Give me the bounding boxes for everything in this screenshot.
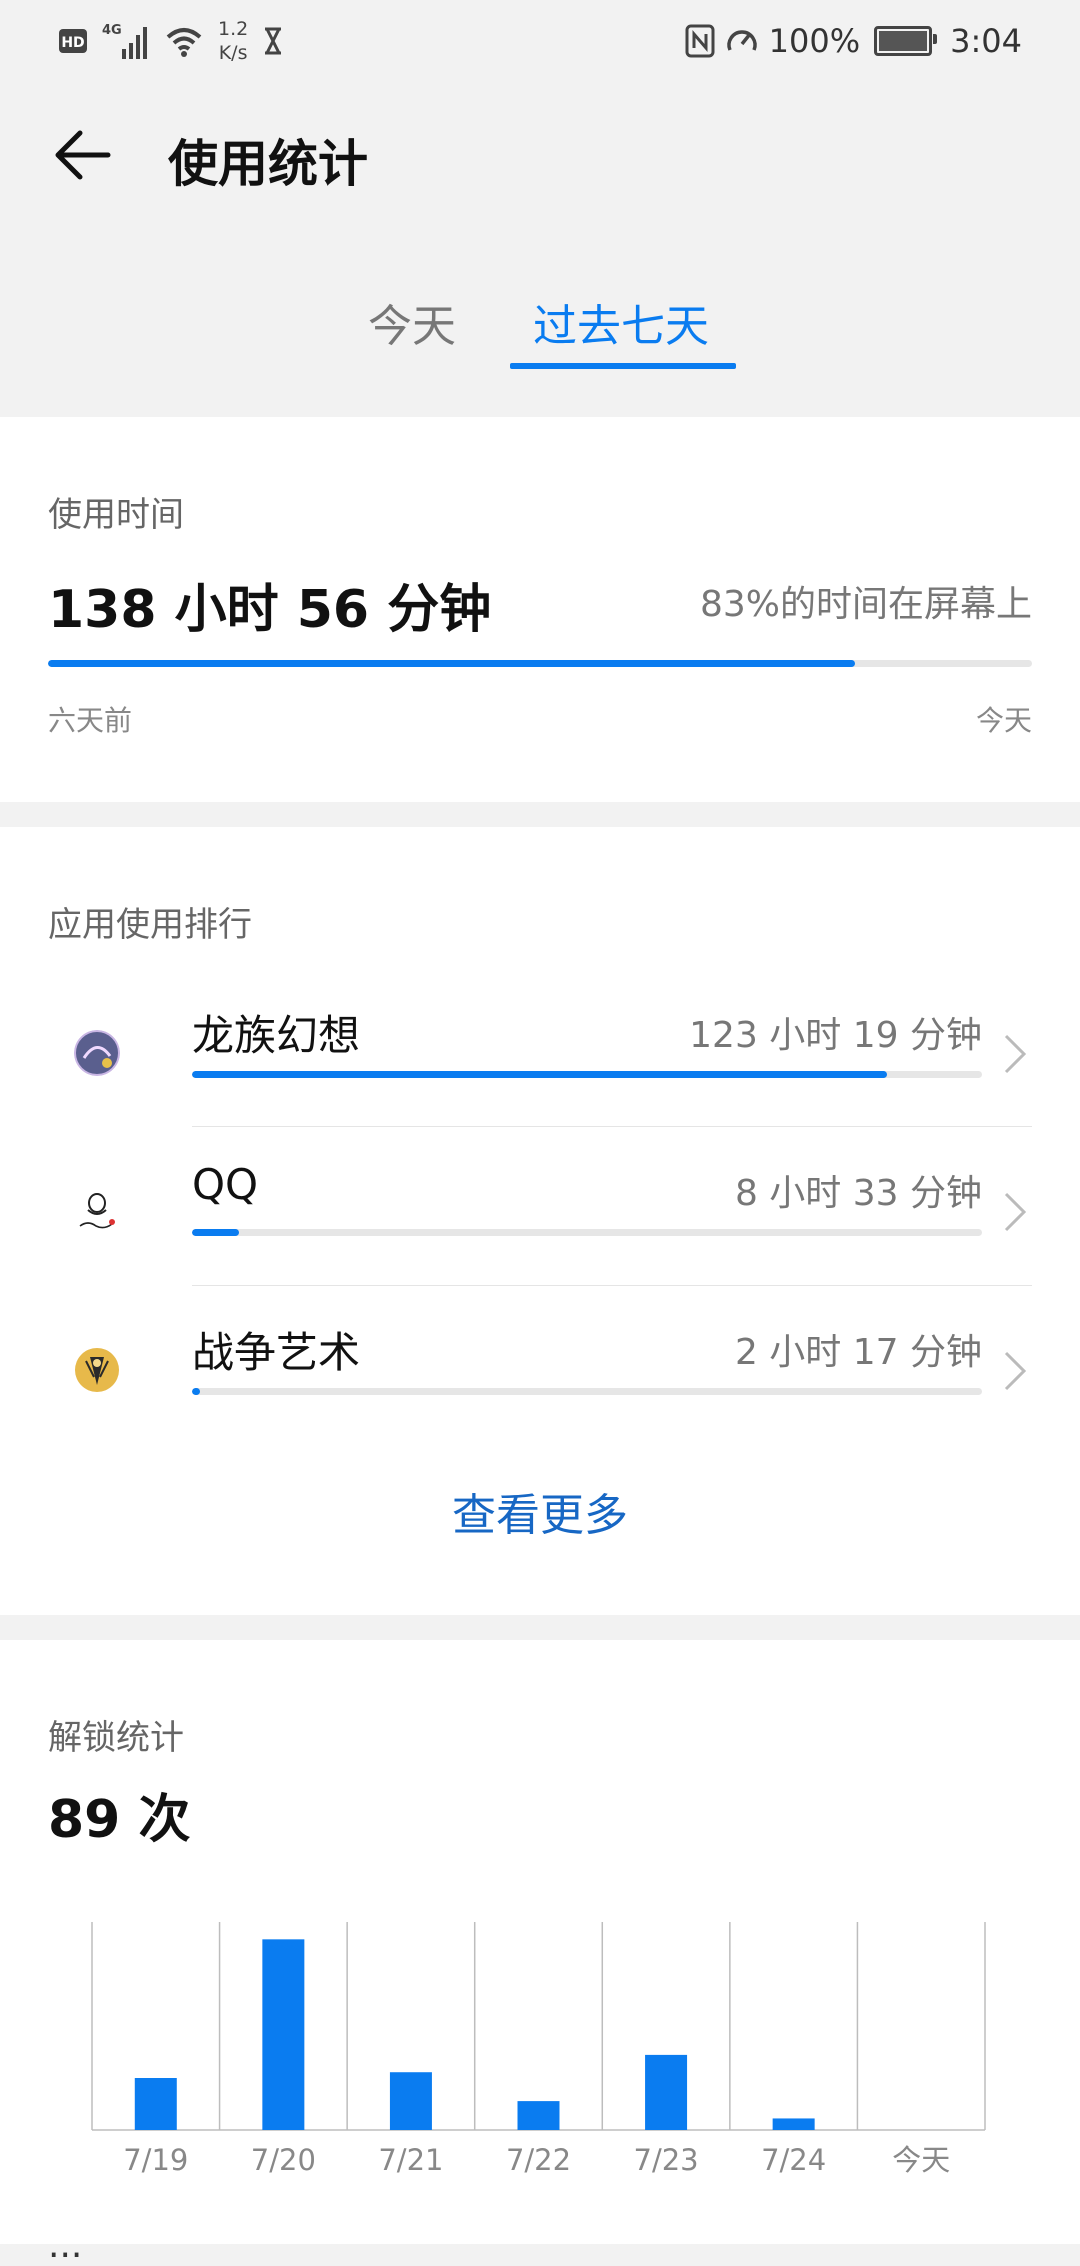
app-ranking-card: 应用使用排行 龙族幻想 123 小时 19 分钟 QQ 8 小时 33 分钟 战… [0,827,1080,1615]
range-end-label: 今天 [975,704,1032,737]
range-start-label: 六天前 [48,704,133,737]
chart-bar [517,2101,560,2130]
unlock-stats-card: 解锁统计 89 次 7/19 7/20 7/21 7/22 7/23 7/24 今天 ... [0,1640,1080,2266]
app-name: QQ [192,1160,259,1209]
usage-total: 138 小时 56 分钟 [48,580,492,640]
status-left: HD 4G 1.2 K/s [58,18,284,64]
hourglass-icon [265,27,282,55]
net-speed-unit: K/s [218,42,248,64]
chart-bar [389,2072,432,2130]
speedometer-icon [726,30,757,51]
app-header: 使用统计 [0,80,1080,230]
back-arrow-icon[interactable] [50,120,120,190]
battery-percent: 100% [768,22,861,60]
usage-progress-fill [48,660,855,667]
usage-time-card: 使用时间 138 小时 56 分钟 83%的时间在屏幕上 六天前 今天 [0,417,1080,802]
app-usage-time: 8 小时 33 分钟 [734,1173,982,1214]
usage-progress-track [48,660,1032,667]
svg-text:4G: 4G [102,23,122,38]
tab-indicator [510,363,736,369]
chart-bar [262,1939,305,2130]
chevron-right-icon [1004,1034,1027,1074]
battery-icon [874,26,938,56]
signal-icon: 4G [102,23,147,59]
qq-penguin-icon [75,1189,119,1233]
tab-past-seven-days[interactable]: 过去七天 [533,290,709,354]
chart-tick-label: 7/24 [761,2143,826,2177]
clock: 3:04 [950,22,1022,60]
app-ranking-label: 应用使用排行 [48,905,252,945]
page-title: 使用统计 [168,135,368,193]
screen-percent-text: 83%的时间在屏幕上 [699,584,1032,625]
app-name: 战争艺术 [192,1328,361,1377]
app-progress-fill [192,1229,240,1236]
net-speed-value: 1.2 [218,18,249,40]
chart-bar [645,2054,688,2130]
nfc-icon [685,24,715,58]
chart-tick-label: 7/21 [378,2143,443,2177]
app-progress-track [192,1229,982,1236]
chart-tick-label: 7/22 [506,2143,571,2177]
chart-tick-label: 今天 [892,2143,950,2177]
art-of-war-icon [75,1348,119,1392]
app-usage-time: 2 小时 17 分钟 [734,1332,982,1373]
tab-today[interactable]: 今天 [368,290,456,354]
chart-tick-label: 7/19 [123,2143,188,2177]
dragon-app-icon [74,1030,120,1076]
chevron-right-icon [1004,1351,1027,1391]
app-progress-fill [192,1071,888,1078]
app-progress-track [192,1388,982,1395]
period-tabs: 今天 过去七天 [0,280,1080,370]
row-divider [192,1126,1032,1127]
app-row-longzu[interactable]: 龙族幻想 123 小时 19 分钟 [0,972,1080,1130]
app-progress-track [192,1071,982,1078]
next-section-peek: ... [48,2225,83,2266]
chart-bar [772,2118,815,2130]
net-speed: 1.2 K/s [218,17,248,65]
chart-bar [134,2078,177,2130]
app-name: 龙族幻想 [192,1011,361,1060]
usage-time-label: 使用时间 [48,495,184,535]
row-divider [192,1285,1032,1286]
wifi-icon [166,28,202,57]
app-usage-time: 123 小时 19 分钟 [689,1015,982,1056]
status-right: 100% 3:04 [685,18,1022,64]
app-row-qq[interactable]: QQ 8 小时 33 分钟 [0,1130,1080,1288]
app-row-zhanzheng[interactable]: 战争艺术 2 小时 17 分钟 [0,1289,1080,1447]
view-more-link[interactable]: 查看更多 [0,1479,1080,1543]
app-progress-fill [192,1388,200,1395]
hd-icon: HD [59,29,87,53]
status-bar: HD 4G 1.2 K/s 100% 3:04 [0,0,1080,80]
chart-tick-label: 7/20 [251,2143,316,2177]
chevron-right-icon [1004,1192,1027,1232]
svg-text:HD: HD [61,35,84,51]
chart-tick-label: 7/23 [634,2143,699,2177]
unlock-bar-chart: 7/19 7/20 7/21 7/22 7/23 7/24 今天 [91,1922,986,2177]
